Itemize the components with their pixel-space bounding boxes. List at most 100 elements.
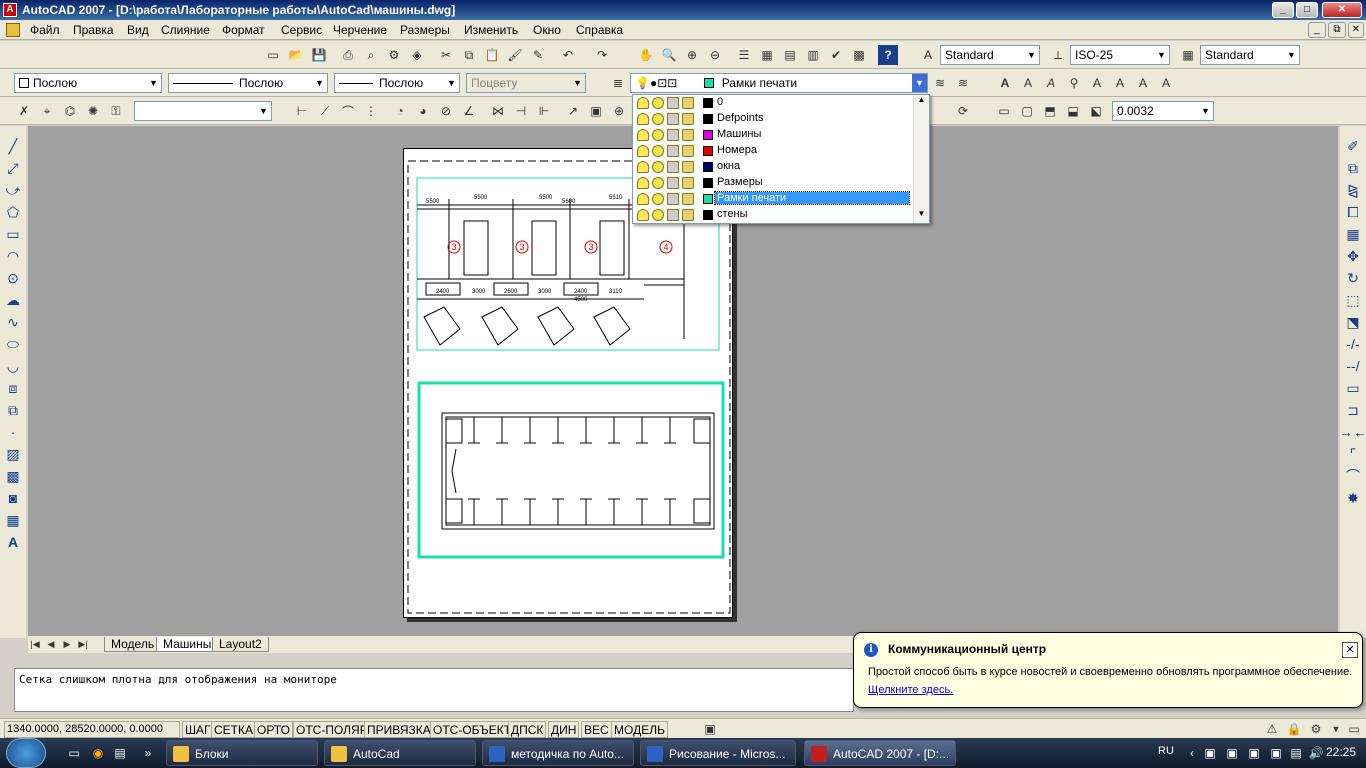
- erase-icon[interactable]: ✐: [1343, 136, 1363, 156]
- continue-dim-icon[interactable]: ⊩: [534, 101, 554, 121]
- menu-file[interactable]: Файл: [30, 23, 60, 37]
- color-select[interactable]: Послою ▼: [14, 73, 162, 93]
- circle-icon[interactable]: ⊙: [3, 268, 23, 288]
- match-properties-icon[interactable]: 🖌: [505, 45, 525, 65]
- prev-tab-icon[interactable]: ◀: [44, 636, 58, 652]
- first-tab-icon[interactable]: |◀: [28, 636, 42, 652]
- close-button[interactable]: ✕: [1322, 2, 1362, 18]
- tool-palettes-icon[interactable]: ▤: [780, 45, 800, 65]
- menu-draw[interactable]: Черчение: [333, 23, 387, 37]
- lwt-toggle[interactable]: ВЕС: [581, 721, 612, 738]
- publish-icon[interactable]: ⚙: [384, 45, 404, 65]
- angular-dim-icon[interactable]: ∠: [459, 101, 479, 121]
- menu-format[interactable]: Формат: [222, 23, 265, 37]
- layer-item[interactable]: Номера: [633, 143, 913, 159]
- explode-icon[interactable]: ✸: [1343, 488, 1363, 508]
- sheet-set-icon[interactable]: ▥: [803, 45, 823, 65]
- construction-line-icon[interactable]: ⤢: [3, 158, 23, 178]
- switch-windows-icon[interactable]: ▤: [110, 743, 130, 763]
- layer-walk-icon[interactable]: ✗: [14, 101, 34, 121]
- 3d-dwf-icon[interactable]: ◈: [407, 45, 427, 65]
- menu-edit[interactable]: Правка: [73, 23, 114, 37]
- help-icon[interactable]: ?: [878, 45, 898, 65]
- line-icon[interactable]: ╱: [3, 136, 23, 156]
- arc-icon[interactable]: ◠: [3, 246, 23, 266]
- text-style-icon[interactable]: A: [918, 45, 938, 65]
- trim-icon[interactable]: -/-: [1343, 334, 1363, 354]
- next-tab-icon[interactable]: ▶: [60, 636, 74, 652]
- text-multiline-icon[interactable]: A: [1018, 73, 1038, 93]
- layer-isolate-icon[interactable]: ⌖: [37, 101, 57, 121]
- taskbar-item[interactable]: AutoCad: [324, 740, 476, 766]
- lock-toolbar-icon[interactable]: 🔒: [1284, 719, 1304, 739]
- pan-icon[interactable]: ✋: [636, 45, 656, 65]
- status-menu-icon[interactable]: ▼: [1326, 719, 1346, 739]
- quick-leader-icon[interactable]: ↗: [563, 101, 583, 121]
- clock[interactable]: 22:25: [1326, 745, 1356, 759]
- mirror-icon[interactable]: ⧎: [1343, 180, 1363, 200]
- linear-dim-icon[interactable]: ⊢: [292, 101, 312, 121]
- coordinates-display[interactable]: 1340.0000, 28520.0000, 0.0000: [4, 721, 180, 738]
- minimize-button[interactable]: _: [1272, 2, 1294, 18]
- menu-help[interactable]: Справка: [576, 23, 623, 37]
- text-style-dialog-icon[interactable]: A: [1110, 73, 1130, 93]
- tray-icon[interactable]: ▣: [1266, 743, 1286, 763]
- array-icon[interactable]: ▦: [1343, 224, 1363, 244]
- balloon-link[interactable]: Щелкните здесь.: [868, 684, 953, 696]
- polygon-icon[interactable]: ⬠: [3, 202, 23, 222]
- viewport-scale-select[interactable]: 0.0032 ▼: [1112, 101, 1214, 121]
- volume-icon[interactable]: 🔊: [1306, 743, 1326, 763]
- maximize-viewport-icon[interactable]: ▣: [700, 719, 720, 739]
- layer-item[interactable]: Машины: [633, 127, 913, 143]
- viewport-icon[interactable]: ▭: [994, 101, 1014, 121]
- tray-icon[interactable]: ▣: [1222, 743, 1242, 763]
- table-style-icon[interactable]: ▦: [1178, 45, 1198, 65]
- scroll-up-icon[interactable]: ▲: [914, 95, 929, 109]
- redo-icon[interactable]: ↷: [592, 45, 612, 65]
- jogged-dim-icon[interactable]: ◕: [413, 101, 433, 121]
- table-style-select[interactable]: Standard ▼: [1200, 45, 1300, 65]
- table-icon[interactable]: ▦: [3, 510, 23, 530]
- layer-lock-icon[interactable]: ⚿: [106, 101, 126, 121]
- fillet-icon[interactable]: ⌒: [1343, 466, 1363, 486]
- comm-center-icon[interactable]: ⚠: [1262, 719, 1282, 739]
- taskbar-item[interactable]: методичка по Auto...: [482, 740, 634, 766]
- hatch-icon[interactable]: ▨: [3, 444, 23, 464]
- document-icon[interactable]: [6, 23, 20, 37]
- snap-toggle[interactable]: ШАГ: [182, 721, 214, 738]
- media-player-icon[interactable]: ◉: [88, 743, 108, 763]
- lineweight-select[interactable]: Послою ▼: [334, 73, 460, 93]
- markup-icon[interactable]: ✔: [826, 45, 846, 65]
- tray-icon[interactable]: ▣: [1200, 743, 1220, 763]
- menu-window[interactable]: Окно: [533, 23, 561, 37]
- copy-icon[interactable]: ⧉: [459, 45, 479, 65]
- cut-icon[interactable]: ✂: [436, 45, 456, 65]
- named-views-select[interactable]: ▼: [134, 101, 272, 121]
- convert-viewport-icon[interactable]: ⬓: [1063, 101, 1083, 121]
- tab-layout2[interactable]: Layout2: [212, 637, 269, 652]
- design-center-icon[interactable]: ▦: [757, 45, 777, 65]
- chamfer-icon[interactable]: ⌜: [1343, 444, 1363, 464]
- ellipse-arc-icon[interactable]: ◡: [3, 356, 23, 376]
- block-editor-icon[interactable]: ✎: [528, 45, 548, 65]
- command-line[interactable]: Сетка слишком плотна для отображения на …: [14, 668, 854, 712]
- break-at-point-icon[interactable]: ▭: [1343, 378, 1363, 398]
- tab-model[interactable]: Модель: [104, 637, 162, 652]
- dim-style-select[interactable]: ISO-25 ▼: [1070, 45, 1170, 65]
- extend-icon[interactable]: --/: [1343, 356, 1363, 376]
- ortho-toggle[interactable]: ОРТО: [254, 721, 293, 738]
- revision-cloud-icon[interactable]: ☁: [3, 290, 23, 310]
- quick-dim-icon[interactable]: ⋈: [488, 101, 508, 121]
- join-icon[interactable]: →←: [1339, 422, 1366, 442]
- quicklaunch-more-icon[interactable]: »: [138, 743, 158, 763]
- make-block-icon[interactable]: ⧉: [3, 400, 23, 420]
- taskbar-item-active[interactable]: AutoCAD 2007 - [D:...: [804, 740, 956, 766]
- make-object-layer-current-icon[interactable]: ≋: [930, 73, 950, 93]
- dyn-toggle[interactable]: ДИН: [548, 721, 580, 738]
- menu-view[interactable]: Вид: [127, 23, 149, 37]
- dim-update-icon[interactable]: ⟳: [953, 101, 973, 121]
- paste-icon[interactable]: 📋: [482, 45, 502, 65]
- layer-select[interactable]: 💡●⊡⊡ Рамки печати ▼: [630, 73, 928, 93]
- layer-item[interactable]: окна: [633, 159, 913, 175]
- layer-item[interactable]: 0: [633, 95, 913, 111]
